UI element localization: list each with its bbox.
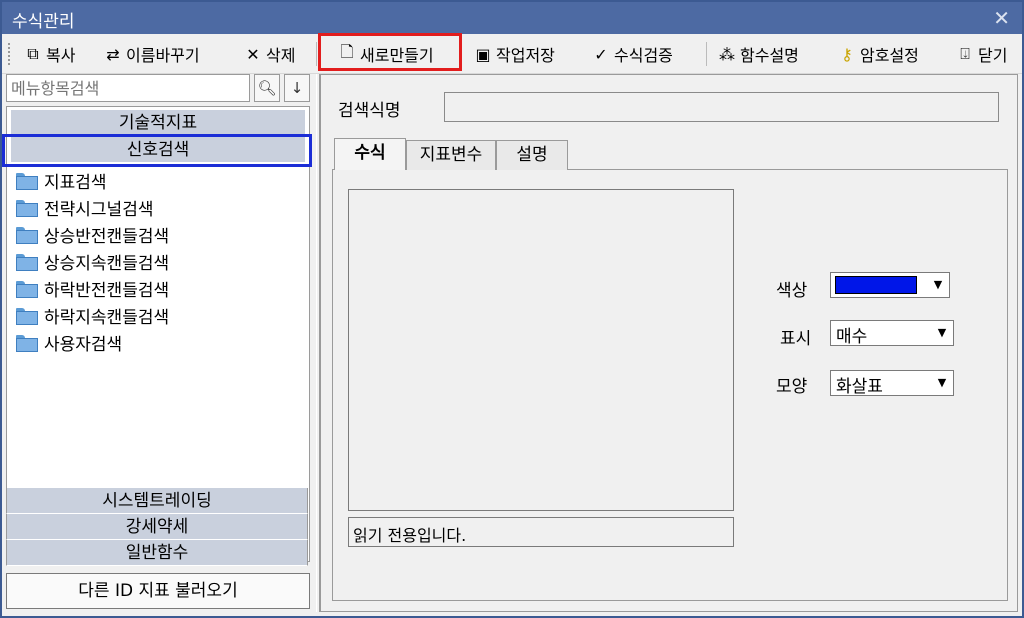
verify-button[interactable]: ✓ 수식검증 bbox=[590, 40, 673, 68]
bottom-categories: 시스템트레이딩 강세약세 일반함수 bbox=[6, 488, 308, 566]
tree-item-label: 사용자검색 bbox=[44, 334, 123, 355]
password-label: 암호설정 bbox=[860, 46, 919, 65]
tab-description[interactable]: 설명 bbox=[496, 140, 568, 170]
shape-select[interactable]: 화살표 ▼ bbox=[830, 370, 954, 397]
tree-item-label: 하락지속캔들검색 bbox=[44, 307, 170, 328]
search-next-button[interactable]: ↓ bbox=[284, 74, 310, 102]
copy-icon: ⧉ bbox=[27, 44, 39, 63]
category-general-functions[interactable]: 일반함수 bbox=[6, 540, 308, 566]
save-label: 작업저장 bbox=[496, 46, 555, 65]
tree-item[interactable]: 전략시그널검색 bbox=[16, 194, 153, 220]
color-swatch bbox=[835, 276, 917, 294]
formula-name-field[interactable] bbox=[444, 92, 999, 122]
function-help-label: 함수설명 bbox=[740, 46, 799, 65]
tree-item-label: 상승지속캔들검색 bbox=[44, 253, 170, 274]
display-value: 매수 bbox=[836, 327, 868, 347]
function-help-button[interactable]: ⁂ 함수설명 bbox=[716, 40, 799, 68]
copy-button[interactable]: ⧉ 복사 bbox=[22, 40, 75, 68]
category-strength-weakness[interactable]: 강세약세 bbox=[6, 514, 308, 540]
new-button-highlight bbox=[318, 33, 462, 71]
rename-icon: ⇄ bbox=[106, 44, 120, 64]
shape-value: 화살표 bbox=[836, 377, 883, 397]
exit-door-icon: ⍗ bbox=[960, 44, 970, 63]
delete-icon: ✕ bbox=[246, 44, 260, 64]
save-button[interactable]: ▣ 작업저장 bbox=[472, 40, 555, 68]
folder-icon bbox=[16, 334, 38, 352]
toolbar-separator bbox=[316, 42, 317, 66]
display-label: 표시 bbox=[780, 329, 812, 349]
checkmark-icon: ✓ bbox=[594, 44, 608, 64]
toolbar-grip bbox=[8, 43, 11, 65]
tree-item[interactable]: 하락지속캔들검색 bbox=[16, 302, 169, 328]
display-select[interactable]: 매수 ▼ bbox=[830, 320, 954, 347]
load-other-id-button[interactable]: 다른 ID 지표 불러오기 bbox=[6, 573, 310, 609]
readonly-status: 읽기 전용입니다. bbox=[348, 517, 734, 547]
chevron-down-icon: ▼ bbox=[937, 376, 947, 389]
tab-indicator-variables[interactable]: 지표변수 bbox=[406, 140, 496, 170]
close-button[interactable]: ⍗ 닫기 bbox=[954, 40, 1007, 68]
title-bar: 수식관리 ✕ bbox=[2, 2, 1022, 34]
chevron-down-icon: ▼ bbox=[937, 326, 947, 339]
toolbar: ⧉ 복사 ⇄ 이름바꾸기 ✕ 삭제 🗋 새로만들기 ▣ 작업저장 ✓ 수식검증 … bbox=[2, 34, 1022, 74]
signal-search-highlight bbox=[2, 134, 312, 167]
tree-item-label: 전략시그널검색 bbox=[44, 199, 154, 220]
close-label: 닫기 bbox=[978, 46, 1008, 65]
folder-icon bbox=[16, 280, 38, 298]
shape-label: 모양 bbox=[776, 377, 808, 397]
tree-item[interactable]: 상승반전캔들검색 bbox=[16, 221, 169, 247]
floppy-disk-icon: ▣ bbox=[475, 44, 491, 64]
chevron-down-icon: ▼ bbox=[933, 278, 943, 291]
folder-icon bbox=[16, 226, 38, 244]
formula-editor[interactable] bbox=[348, 189, 734, 511]
search-button[interactable]: 🔍︎ bbox=[254, 74, 280, 102]
tree-item[interactable]: 하락반전캔들검색 bbox=[16, 275, 169, 301]
tree-item-label: 상승반전캔들검색 bbox=[44, 226, 170, 247]
delete-label: 삭제 bbox=[266, 46, 296, 65]
folder-icon bbox=[16, 307, 38, 325]
key-icon: ⚷ bbox=[841, 44, 853, 64]
folder-icon bbox=[16, 172, 38, 190]
verify-label: 수식검증 bbox=[614, 46, 673, 65]
tree-item[interactable]: 사용자검색 bbox=[16, 329, 122, 355]
tree-item[interactable]: 지표검색 bbox=[16, 167, 107, 193]
magic-wand-icon: ⁂ bbox=[719, 44, 735, 64]
rename-button[interactable]: ⇄ 이름바꾸기 bbox=[102, 40, 200, 68]
tree-item-label: 지표검색 bbox=[44, 172, 107, 193]
window-title: 수식관리 bbox=[12, 12, 75, 32]
tab-formula[interactable]: 수식 bbox=[334, 138, 406, 170]
category-technical-indicators[interactable]: 기술적지표 bbox=[11, 110, 305, 136]
tree-item[interactable]: 상승지속캔들검색 bbox=[16, 248, 169, 274]
folder-icon bbox=[16, 199, 38, 217]
color-select[interactable]: ▼ bbox=[830, 272, 950, 298]
toolbar-separator bbox=[706, 42, 707, 66]
password-button[interactable]: ⚷ 암호설정 bbox=[836, 40, 919, 68]
close-icon[interactable]: ✕ bbox=[993, 6, 1010, 30]
rename-label: 이름바꾸기 bbox=[126, 46, 200, 65]
arrow-down-icon: ↓ bbox=[290, 79, 304, 97]
search-input[interactable] bbox=[6, 74, 250, 102]
search-icon: 🔍︎ bbox=[257, 79, 277, 97]
tree-item-label: 하락반전캔들검색 bbox=[44, 280, 170, 301]
name-label: 검색식명 bbox=[338, 101, 401, 121]
category-system-trading[interactable]: 시스템트레이딩 bbox=[6, 488, 308, 514]
copy-label: 복사 bbox=[46, 46, 76, 65]
color-label: 색상 bbox=[776, 281, 808, 301]
folder-icon bbox=[16, 253, 38, 271]
delete-button[interactable]: ✕ 삭제 bbox=[242, 40, 295, 68]
